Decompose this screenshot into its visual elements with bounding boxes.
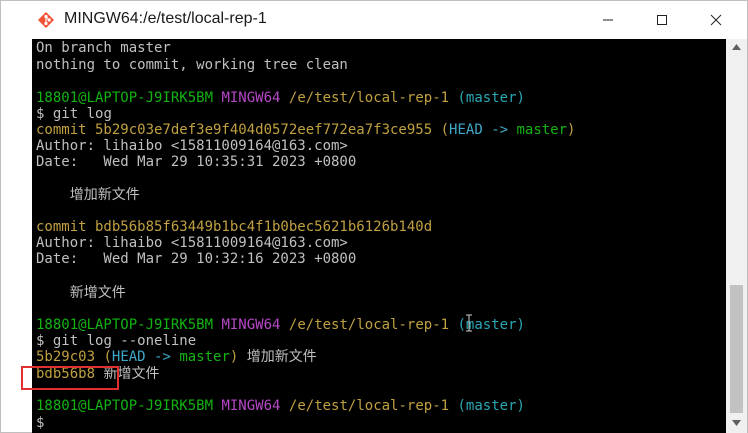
- minimize-button[interactable]: [585, 1, 631, 39]
- prompt-shell: MINGW64: [221, 317, 281, 333]
- window-title: MINGW64:/e/test/local-rep-1: [64, 10, 267, 27]
- ref-branch: master: [179, 349, 230, 365]
- oneline-entry: 5b29c03 (HEAD -> master) 增加新文件: [36, 349, 317, 366]
- prompt-line: 18801@LAPTOP-J9IRK5BM MINGW64 /e/test/lo…: [36, 317, 525, 334]
- prompt-branch: (master): [457, 398, 525, 414]
- commit-hash-line: commit bdb56b85f63449b1bc4f1b0bec5621b61…: [36, 219, 432, 236]
- commit-date: Date: Wed Mar 29 10:32:16 2023 +0800: [36, 251, 357, 267]
- ibeam-cursor-icon: [465, 314, 473, 332]
- minimize-icon: [603, 19, 613, 21]
- maximize-button[interactable]: [639, 1, 685, 39]
- prompt-line: 18801@LAPTOP-J9IRK5BM MINGW64 /e/test/lo…: [36, 398, 525, 415]
- scroll-up-arrow-icon[interactable]: [730, 41, 743, 53]
- short-hash: 5b29c03: [36, 349, 96, 365]
- command-line: $: [36, 415, 44, 432]
- prompt-line: 18801@LAPTOP-J9IRK5BM MINGW64 /e/test/lo…: [36, 90, 525, 107]
- terminal-window: MINGW64:/e/test/local-rep-1 On branch ma…: [0, 0, 748, 433]
- prompt-branch: (master): [457, 90, 525, 106]
- highlight-box: [21, 366, 119, 390]
- ref-open: (: [103, 349, 112, 365]
- commit-message: 新增文件: [36, 285, 126, 301]
- prompt-user-host: 18801@LAPTOP-J9IRK5BM: [36, 317, 214, 333]
- ref-close: ): [567, 122, 576, 138]
- prompt-path: /e/test/local-rep-1: [288, 398, 450, 414]
- scrollbar-thumb[interactable]: [730, 285, 743, 413]
- vertical-scrollbar[interactable]: [726, 39, 747, 433]
- prompt-path: /e/test/local-rep-1: [288, 317, 450, 333]
- prompt-shell: MINGW64: [221, 90, 281, 106]
- prompt-user-host: 18801@LAPTOP-J9IRK5BM: [36, 90, 214, 106]
- scroll-down-arrow-icon[interactable]: [730, 417, 743, 429]
- prompt-user-host: 18801@LAPTOP-J9IRK5BM: [36, 398, 214, 414]
- title-bar[interactable]: MINGW64:/e/test/local-rep-1: [1, 1, 747, 39]
- commit-message: 增加新文件: [36, 187, 140, 203]
- close-icon: [710, 14, 722, 26]
- ref-open: (: [440, 122, 450, 138]
- git-bash-icon: [37, 11, 55, 29]
- command-line: $ git log --oneline: [36, 333, 196, 350]
- command-text: git log: [52, 106, 112, 122]
- ref-branch: master: [516, 122, 568, 138]
- oneline-message: 增加新文件: [238, 349, 317, 365]
- prompt-symbol: $: [36, 333, 45, 349]
- prompt-symbol: $: [36, 106, 45, 122]
- commit-author: Author: lihaibo <15811009164@163.com>: [36, 138, 348, 154]
- commit-hash-line: commit 5b29c03e7def3e9f404d0572eef772ea7…: [36, 122, 575, 139]
- commit-date: Date: Wed Mar 29 10:35:31 2023 +0800: [36, 154, 357, 170]
- command-text: git log --oneline: [52, 333, 197, 349]
- status-line: On branch master: [36, 40, 171, 56]
- commit-hash: commit bdb56b85f63449b1bc4f1b0bec5621b61…: [36, 219, 433, 235]
- ref-head: HEAD ->: [111, 349, 180, 365]
- commit-author: Author: lihaibo <15811009164@163.com>: [36, 235, 348, 251]
- terminal-output[interactable]: On branch master nothing to commit, work…: [32, 39, 726, 433]
- ref-head: HEAD ->: [449, 122, 517, 138]
- command-line: $ git log: [36, 106, 112, 123]
- commit-hash: commit 5b29c03e7def3e9f404d0572eef772ea7…: [36, 122, 433, 138]
- prompt-path: /e/test/local-rep-1: [288, 90, 450, 106]
- close-button[interactable]: [693, 1, 739, 39]
- status-line: nothing to commit, working tree clean: [36, 57, 348, 73]
- prompt-symbol: $: [36, 415, 45, 431]
- maximize-icon: [657, 15, 667, 25]
- prompt-shell: MINGW64: [221, 398, 281, 414]
